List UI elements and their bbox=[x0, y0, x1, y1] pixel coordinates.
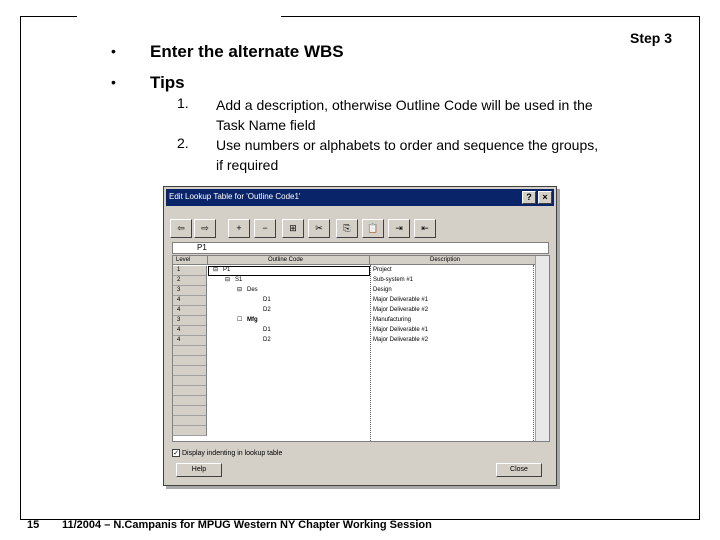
description-cell[interactable]: Major Deliverable #2 bbox=[373, 306, 428, 315]
tip-number: 1. bbox=[177, 95, 189, 111]
description-cell[interactable]: Design bbox=[373, 286, 392, 295]
outline-code-cell[interactable]: Mfg bbox=[247, 316, 258, 325]
tip-text: Use numbers or alphabets to order and se… bbox=[216, 137, 599, 173]
bullet-marker: • bbox=[111, 74, 116, 90]
row-level: 4 bbox=[173, 306, 207, 316]
outline-code-cell[interactable]: Des bbox=[247, 286, 258, 295]
frame-gap-left bbox=[77, 15, 281, 19]
indent-checkbox-label: Display indenting in lookup table bbox=[181, 449, 283, 457]
bullet-text-tips: Tips bbox=[150, 73, 185, 92]
row-level: 4 bbox=[173, 336, 207, 346]
row-level: 2 bbox=[173, 276, 207, 286]
code-edit-value: P1 bbox=[197, 243, 207, 252]
description-cell[interactable]: Major Deliverable #2 bbox=[373, 336, 428, 345]
grid-scrollbar[interactable] bbox=[535, 256, 549, 441]
expand-icon[interactable]: + bbox=[228, 219, 250, 238]
row-level: 1 bbox=[173, 266, 207, 276]
column-divider bbox=[533, 265, 534, 441]
row-level-empty bbox=[173, 356, 207, 366]
collapse-icon[interactable]: − bbox=[254, 219, 276, 238]
step-label: Step 3 bbox=[629, 30, 672, 46]
outline-code-cell[interactable]: P1 bbox=[223, 266, 230, 275]
column-header-level[interactable]: Level bbox=[173, 256, 208, 265]
paste-icon[interactable]: 📋 bbox=[362, 219, 384, 238]
insert-row-icon[interactable]: ⇥ bbox=[388, 219, 410, 238]
help-title-button[interactable]: ? bbox=[522, 191, 536, 204]
column-header-description[interactable]: Description bbox=[370, 256, 537, 265]
row-level-empty bbox=[173, 406, 207, 416]
description-cell[interactable]: Sub-system #1 bbox=[373, 276, 413, 285]
tree-toggle[interactable]: ⊟ bbox=[237, 286, 242, 295]
row-level: 4 bbox=[173, 326, 207, 336]
cut-icon[interactable]: ✂ bbox=[308, 219, 330, 238]
move-left-icon[interactable]: ⇦ bbox=[170, 219, 192, 238]
move-right-icon[interactable]: ⇨ bbox=[194, 219, 216, 238]
expand-all-icon[interactable]: ⊞ bbox=[282, 219, 304, 238]
dialog-titlebar: Edit Lookup Table for 'Outline Code1' ? … bbox=[166, 189, 554, 206]
tree-toggle[interactable]: ⊟ bbox=[225, 276, 230, 285]
description-cell[interactable]: Manufacturing bbox=[373, 316, 411, 325]
column-header-outline-code[interactable]: Outline Code bbox=[208, 256, 370, 265]
copy-icon[interactable]: ⎘ bbox=[336, 219, 358, 238]
tip-text: Add a description, otherwise Outline Cod… bbox=[216, 97, 593, 133]
code-edit-field[interactable]: P1 bbox=[172, 242, 549, 254]
lookup-grid[interactable]: Level Outline Code Description 1 2 3 4 4… bbox=[172, 255, 550, 442]
row-level-empty bbox=[173, 376, 207, 386]
close-button[interactable]: Close bbox=[496, 463, 542, 477]
row-level: 3 bbox=[173, 286, 207, 296]
tree-toggle[interactable]: ☐ bbox=[237, 316, 242, 325]
delete-row-icon[interactable]: ⇤ bbox=[414, 219, 436, 238]
row-level-empty bbox=[173, 426, 207, 436]
row-level-empty bbox=[173, 366, 207, 376]
bullet-marker: • bbox=[111, 43, 116, 59]
tree-toggle[interactable]: ⊟ bbox=[213, 266, 218, 275]
row-level-empty bbox=[173, 386, 207, 396]
row-level-empty bbox=[173, 346, 207, 356]
outline-code-cell[interactable]: D2 bbox=[263, 336, 271, 345]
row-level: 3 bbox=[173, 316, 207, 326]
indent-checkbox-row[interactable]: ✓ Display indenting in lookup table bbox=[172, 449, 282, 457]
footer-text: 11/2004 – N.Campanis for MPUG Western NY… bbox=[62, 519, 432, 531]
dialog-title: Edit Lookup Table for 'Outline Code1' bbox=[169, 192, 301, 201]
page-number: 15 bbox=[27, 519, 40, 531]
selected-cell[interactable] bbox=[208, 266, 370, 276]
description-cell[interactable]: Major Deliverable #1 bbox=[373, 326, 428, 335]
row-level-empty bbox=[173, 416, 207, 426]
close-title-button[interactable]: × bbox=[538, 191, 552, 204]
row-level: 4 bbox=[173, 296, 207, 306]
lookup-table-dialog: Edit Lookup Table for 'Outline Code1' ? … bbox=[163, 186, 557, 486]
outline-code-cell[interactable]: S1 bbox=[235, 276, 242, 285]
bullet-text-enter-wbs: Enter the alternate WBS bbox=[150, 42, 344, 61]
description-cell[interactable]: Project bbox=[373, 266, 392, 275]
row-level-empty bbox=[173, 396, 207, 406]
outline-code-cell[interactable]: D2 bbox=[263, 306, 271, 315]
indent-checkbox[interactable]: ✓ bbox=[172, 449, 180, 457]
outline-code-cell[interactable]: D1 bbox=[263, 296, 271, 305]
help-button[interactable]: Help bbox=[176, 463, 222, 477]
column-divider bbox=[370, 265, 371, 441]
description-cell[interactable]: Major Deliverable #1 bbox=[373, 296, 428, 305]
tip-number: 2. bbox=[177, 135, 189, 151]
outline-code-cell[interactable]: D1 bbox=[263, 326, 271, 335]
